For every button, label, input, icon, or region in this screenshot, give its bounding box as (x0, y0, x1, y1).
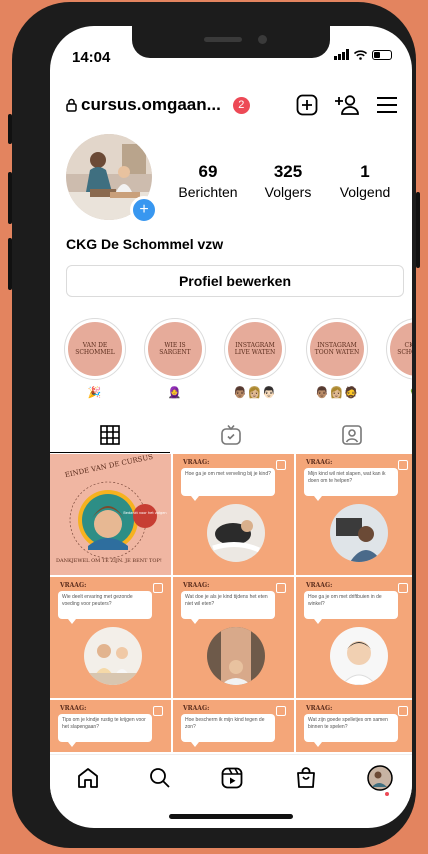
checkbox-icon (398, 706, 408, 716)
status-icons (334, 49, 392, 60)
checkbox-icon (398, 583, 408, 593)
profile-name: CKG De Schommel vzw (66, 236, 224, 252)
signal-icon (334, 49, 349, 60)
highlight-item[interactable]: VAN DE SCHOMMEL 🎉 (64, 318, 126, 399)
post-tile[interactable]: VRAAG: Hoe ga je om met driftbuien in de… (296, 577, 412, 698)
post-photo (207, 504, 265, 562)
new-post-icon[interactable] (296, 94, 318, 116)
post-label: VRAAG: (183, 705, 210, 712)
post-tile[interactable]: VRAAG: Wie deelt ervaring met gezonde vo… (50, 577, 171, 698)
highlight-emoji: 🧕 (167, 387, 183, 399)
post-tile[interactable]: VRAAG: Wat zijn goede spelletjes om same… (296, 700, 412, 752)
tab-grid[interactable] (50, 418, 170, 453)
grid-icon (100, 425, 120, 445)
post-photo (330, 627, 388, 685)
status-time: 14:04 (72, 49, 111, 66)
tab-igtv[interactable] (171, 418, 291, 452)
edit-profile-button[interactable]: Profiel bewerken (66, 265, 404, 297)
post-question: Hoe ga je om met driftbuien in de winkel… (304, 591, 398, 624)
search-icon (150, 768, 170, 788)
highlight-emoji: 🎉 (87, 387, 103, 399)
discover-people-icon[interactable] (334, 94, 360, 116)
post-question: Mijn kind wil niet slapen, wat kan ik do… (304, 468, 398, 501)
post-tile[interactable]: VRAAG: Tips om je kindje rustig te krijg… (50, 700, 171, 752)
checkbox-icon (276, 706, 286, 716)
post-tile[interactable]: VRAAG: Mijn kind wil niet slapen, wat ka… (296, 454, 412, 575)
wifi-icon (354, 49, 367, 60)
instagram-profile-screen: 14:04 cursus.omgaan... 2 + 69 Berichten … (50, 26, 412, 828)
nav-reels[interactable] (212, 764, 252, 792)
menu-icon[interactable] (376, 96, 398, 114)
post-grid: Bedankt voor het volgen EINDE VAN DE CUR… (50, 454, 412, 752)
highlight-title: INSTAGRAM LIVE WATEN (228, 322, 282, 376)
checkbox-icon (276, 460, 286, 470)
post-label: VRAAG: (60, 582, 87, 589)
battery-icon (372, 49, 392, 60)
post-label: VRAAG: (306, 705, 333, 712)
profile-avatar-icon (367, 765, 393, 791)
igtv-icon (221, 424, 241, 445)
checkbox-icon (153, 706, 163, 716)
post-sticker-text: Bedankt voor het volgen (123, 511, 166, 515)
tagged-icon (342, 425, 362, 445)
post-label: VRAAG: (60, 705, 87, 712)
posts-count[interactable]: 69 Berichten (168, 162, 248, 200)
highlight-emoji: 🌳 (386, 386, 412, 399)
highlight-item[interactable]: INSTAGRAM TOON WATEN 👨🏽👩🏼🧔 (306, 318, 368, 399)
notification-badge[interactable]: 2 (232, 96, 250, 114)
post-photo (207, 627, 265, 685)
highlight-title: CKG DE SCHOMMEL (390, 322, 412, 376)
following-count[interactable]: 1 Volgend (325, 162, 405, 200)
nav-home[interactable] (68, 764, 108, 792)
highlight-emoji: 👨🏽👩🏼👨🏻 (232, 387, 278, 399)
post-tile[interactable]: VRAAG: Hoe bescherm ik mijn kind tegen d… (173, 700, 294, 752)
reels-icon (221, 767, 243, 789)
notch (132, 26, 330, 58)
highlight-title: WIE IS SARGENT (148, 322, 202, 376)
post-label: VRAAG: (306, 582, 333, 589)
checkbox-icon (398, 460, 408, 470)
profile-header: cursus.omgaan... 2 (66, 92, 398, 118)
post-ring-text: DANKJEWEL OM TE ZIJN. JE BENT TOP! (56, 558, 162, 564)
highlight-title: VAN DE SCHOMMEL (68, 322, 122, 376)
tab-tagged[interactable] (292, 418, 412, 452)
checkbox-icon (276, 583, 286, 593)
post-label: VRAAG: (183, 582, 210, 589)
post-question: Wie deelt ervaring met gezonde voeding v… (58, 591, 152, 624)
followers-count[interactable]: 325 Volgers (248, 162, 328, 200)
highlight-item[interactable]: INSTAGRAM LIVE WATEN 👨🏽👩🏼👨🏻 (224, 318, 286, 399)
nav-search[interactable] (140, 764, 180, 792)
lock-icon (66, 98, 77, 112)
post-question: Wat doe je als je kind tijdens het eten … (181, 591, 275, 624)
post-tile[interactable]: VRAAG: Hoe ga je om met verveling bij je… (173, 454, 294, 575)
post-tile[interactable]: Bedankt voor het volgen EINDE VAN DE CUR… (50, 454, 171, 575)
post-question: Tips om je kindje rustig te krijgen voor… (58, 714, 152, 747)
post-question: Hoe ga je om met verveling bij je kind? (181, 468, 275, 501)
profile-tabs (50, 418, 412, 453)
post-tile[interactable]: VRAAG: Wat doe je als je kind tijdens he… (173, 577, 294, 698)
home-indicator[interactable] (169, 814, 293, 819)
add-story-button[interactable]: + (130, 196, 158, 224)
nav-profile[interactable] (360, 764, 400, 792)
post-label: VRAAG: (306, 459, 333, 466)
shop-icon (297, 767, 315, 788)
post-photo (84, 627, 142, 685)
home-icon (78, 768, 98, 788)
profile-notification-dot (385, 792, 389, 796)
post-label: VRAAG: (183, 459, 210, 466)
post-photo (330, 504, 388, 562)
bottom-navigation (50, 754, 412, 801)
username[interactable]: cursus.omgaan... (81, 95, 221, 115)
nav-shop[interactable] (286, 764, 326, 792)
highlight-item[interactable]: WIE IS SARGENT 🧕 (144, 318, 206, 399)
highlight-item[interactable]: CKG DE SCHOMMEL 🌳 (386, 318, 412, 399)
highlight-emoji: 👨🏽👩🏼🧔 (314, 387, 360, 399)
phone-frame: 14:04 cursus.omgaan... 2 + 69 Berichten … (8, 2, 420, 848)
highlight-title: INSTAGRAM TOON WATEN (310, 322, 364, 376)
checkbox-icon (153, 583, 163, 593)
post-question: Wat zijn goede spelletjes om samen binne… (304, 714, 398, 747)
post-question: Hoe bescherm ik mijn kind tegen de zon? (181, 714, 275, 747)
